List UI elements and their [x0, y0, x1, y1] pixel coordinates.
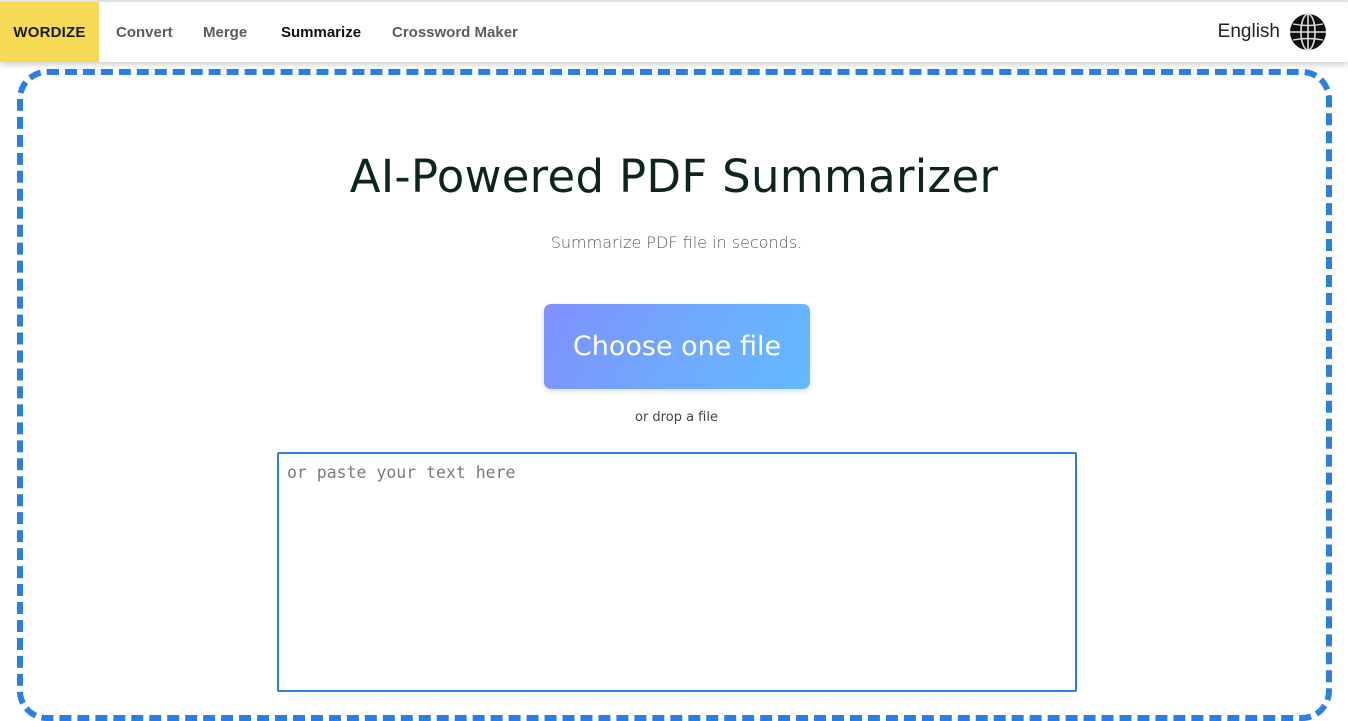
page-subtitle: Summarize PDF file in seconds.: [550, 233, 803, 252]
nav-item-merge[interactable]: Merge: [203, 2, 247, 62]
nav-item-convert[interactable]: Convert: [116, 2, 173, 62]
navbar: WORDIZE Convert Merge Summarize Crosswor…: [0, 2, 1348, 62]
nav-item-crossword-maker[interactable]: Crossword Maker: [392, 2, 518, 62]
nav-item-summarize[interactable]: Summarize: [281, 2, 361, 62]
choose-file-button[interactable]: Choose one file: [544, 304, 810, 389]
globe-icon[interactable]: [1289, 13, 1327, 51]
page-title: AI-Powered PDF Summarizer: [349, 150, 999, 203]
paste-text-input[interactable]: [277, 452, 1077, 692]
brand-logo-link[interactable]: WORDIZE: [0, 2, 99, 62]
language-selector-label[interactable]: English: [1218, 2, 1280, 62]
drop-file-hint: or drop a file: [635, 410, 718, 425]
